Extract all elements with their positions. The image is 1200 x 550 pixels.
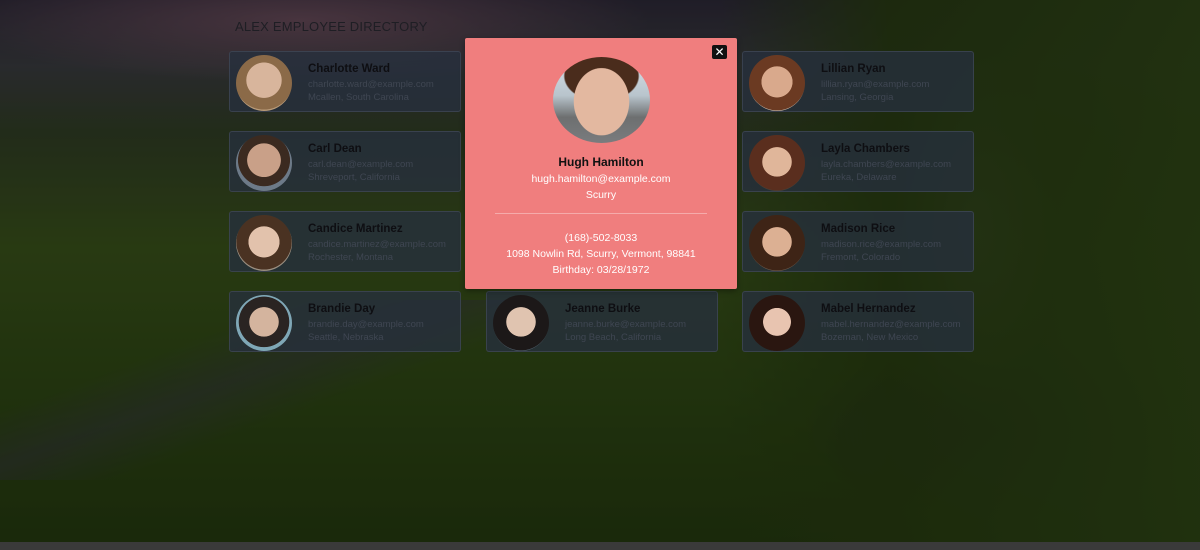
modal-employee-email: hugh.hamilton@example.com [531, 173, 671, 185]
modal-employee-name: Hugh Hamilton [558, 155, 644, 169]
employee-location: Lansing, Georgia [821, 92, 894, 103]
employee-card[interactable]: Candice Martinez candice.martinez@exampl… [229, 211, 461, 272]
close-icon[interactable]: ✕ [712, 45, 727, 59]
employee-email: layla.chambers@example.com [821, 159, 952, 170]
employee-avatar [236, 135, 292, 191]
employee-location: Bozeman, New Mexico [821, 332, 919, 343]
employee-detail-modal: ✕ Hugh Hamilton hugh.hamilton@example.co… [465, 38, 737, 289]
employee-card[interactable]: Brandie Day brandie.day@example.com Seat… [229, 291, 461, 352]
employee-email: jeanne.burke@example.com [565, 319, 687, 330]
employee-location: Fremont, Colorado [821, 252, 901, 263]
employee-email: carl.dean@example.com [308, 159, 414, 170]
employee-name: Madison Rice [821, 223, 896, 235]
employee-name: Jeanne Burke [565, 303, 641, 315]
employee-avatar [236, 55, 292, 111]
page-title: ALEX EMPLOYEE DIRECTORY [235, 19, 428, 34]
employee-avatar [749, 135, 805, 191]
modal-employee-phone: (168)-502-8033 [564, 232, 638, 244]
bottom-bar [0, 542, 1200, 550]
employee-name: Candice Martinez [308, 223, 403, 235]
employee-card[interactable]: Jeanne Burke jeanne.burke@example.com Lo… [486, 291, 718, 352]
modal-avatar [553, 57, 650, 143]
employee-name: Brandie Day [308, 303, 376, 315]
employee-email: mabel.hernandez@example.com [821, 319, 961, 330]
employee-avatar [236, 295, 292, 351]
employee-avatar [493, 295, 549, 351]
employee-location: Seattle, Nebraska [308, 332, 384, 343]
employee-card[interactable]: Mabel Hernandez mabel.hernandez@example.… [742, 291, 974, 352]
employee-name: Layla Chambers [821, 143, 910, 155]
employee-card[interactable]: Carl Dean carl.dean@example.com Shrevepo… [229, 131, 461, 192]
employee-card[interactable]: Layla Chambers layla.chambers@example.co… [742, 131, 974, 192]
employee-name: Lillian Ryan [821, 63, 886, 75]
modal-employee-birthday: Birthday: 03/28/1972 [552, 264, 650, 276]
employee-email: madison.rice@example.com [821, 239, 941, 250]
employee-card[interactable]: Madison Rice madison.rice@example.com Fr… [742, 211, 974, 272]
employee-avatar [749, 55, 805, 111]
employee-card[interactable]: Charlotte Ward charlotte.ward@example.co… [229, 51, 461, 112]
employee-location: Shreveport, California [308, 172, 400, 183]
employee-avatar [749, 215, 805, 271]
employee-name: Carl Dean [308, 143, 362, 155]
employee-location: Long Beach, California [565, 332, 662, 343]
employee-location: Mcallen, South Carolina [308, 92, 409, 103]
employee-email: charlotte.ward@example.com [308, 79, 434, 90]
employee-email: brandie.day@example.com [308, 319, 424, 330]
employee-avatar [749, 295, 805, 351]
employee-name: Charlotte Ward [308, 63, 390, 75]
employee-name: Mabel Hernandez [821, 303, 916, 315]
employee-location: Rochester, Montana [308, 252, 394, 263]
employee-avatar [236, 215, 292, 271]
employee-email: candice.martinez@example.com [308, 239, 446, 250]
modal-employee-address: 1098 Nowlin Rd, Scurry, Vermont, 98841 [506, 248, 696, 260]
employee-location: Eureka, Delaware [821, 172, 897, 183]
employee-card[interactable]: Lillian Ryan lillian.ryan@example.com La… [742, 51, 974, 112]
employee-email: lillian.ryan@example.com [821, 79, 930, 90]
modal-employee-city: Scurry [585, 189, 617, 201]
modal-divider [495, 213, 707, 214]
